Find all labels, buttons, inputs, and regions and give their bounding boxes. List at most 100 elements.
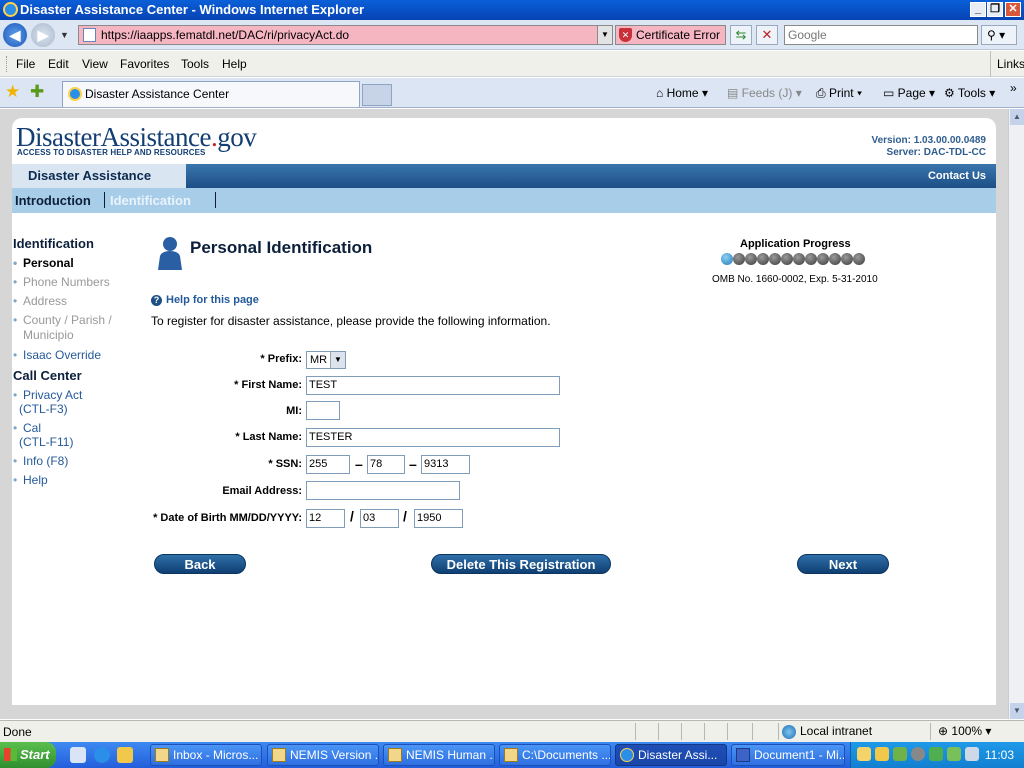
page-button[interactable]: ▭ Page ▾ (883, 85, 935, 101)
taskbar-item-nemis-human[interactable]: NEMIS Human ... (383, 744, 495, 766)
volume-tray-icon[interactable] (965, 747, 979, 761)
outlook-icon (155, 748, 169, 762)
site-tagline: ACCESS TO DISASTER HELP AND RESOURCES (17, 148, 206, 157)
toolbar-grip (6, 56, 8, 72)
mi-field[interactable] (306, 401, 340, 420)
back-button[interactable]: Back (154, 554, 246, 574)
minimize-button[interactable]: _ (970, 2, 986, 17)
sidebar-item-personal[interactable]: Personal (13, 256, 143, 270)
sidebar-item-help[interactable]: Help (13, 473, 143, 487)
clock: 11:03 (984, 748, 1014, 762)
ssn-part2-field[interactable]: 78 (367, 455, 405, 474)
ssn-part1-field[interactable]: 255 (306, 455, 350, 474)
sidebar-item-isaac-override[interactable]: Isaac Override (13, 348, 143, 362)
zoom-label: 100% (951, 724, 983, 738)
address-url: https://iaapps.fematdl.net/DAC/ri/privac… (101, 28, 350, 42)
taskbar-item-inbox[interactable]: Inbox - Micros... (150, 744, 262, 766)
status-cell (752, 723, 776, 740)
address-toolbar: ◀ ▶ ▼ https://iaapps.fematdl.net/DAC/ri/… (0, 20, 1024, 50)
quicklaunch-desktop-icon[interactable] (70, 747, 86, 763)
menu-edit[interactable]: Edit (48, 57, 69, 71)
taskbar-item-document1[interactable]: Document1 - Mi... (731, 744, 845, 766)
feeds-button[interactable]: ▤ Feeds (J) ▾ (727, 85, 802, 101)
ssn-part3-field[interactable]: 9313 (421, 455, 470, 474)
certificate-error-button[interactable]: ✕ Certificate Error (615, 25, 726, 45)
taskbar-item-nemis-version[interactable]: NEMIS Version ... (267, 744, 379, 766)
dob-month-field[interactable]: 12 (306, 509, 345, 528)
print-button[interactable]: ⎙ Print ▾ (816, 85, 862, 101)
nav-introduction[interactable]: Introduction (15, 188, 91, 213)
menu-file[interactable]: File (16, 57, 35, 71)
chevron-more-icon[interactable]: » (1010, 80, 1017, 96)
sidebar-item-info[interactable]: Info (F8) (13, 454, 143, 468)
task-label: C:\Documents ... (522, 748, 611, 762)
taskbar-item-disaster-assistance[interactable]: Disaster Assi... (615, 744, 727, 766)
update-tray-icon[interactable] (947, 747, 961, 761)
sidebar-item-cal-shortcut[interactable]: (CTL-F11) (13, 435, 143, 449)
tab-disaster-assistance[interactable]: Disaster Assistance Center (62, 81, 360, 107)
home-button[interactable]: ⌂ Home ▾ (656, 85, 708, 101)
quicklaunch-outlook-icon[interactable] (117, 747, 133, 763)
globe-icon (782, 725, 796, 739)
task-label: Inbox - Micros... (173, 748, 259, 762)
menu-help[interactable]: Help (222, 57, 247, 71)
close-window-button[interactable]: ✕ (1005, 2, 1021, 17)
progress-step-dot (733, 253, 745, 265)
progress-step-dot (805, 253, 817, 265)
sidebar-item-cal[interactable]: Cal (13, 421, 143, 435)
progress-step-dot (781, 253, 793, 265)
zoom-control[interactable]: ⊕ 100% ▾ (938, 724, 991, 738)
last-name-field[interactable]: TESTER (306, 428, 560, 447)
stop-icon[interactable]: ✕ (756, 25, 778, 45)
sidebar-item-county: County / Parish / Municipio (13, 313, 143, 343)
scroll-up-icon[interactable]: ▲ (1010, 109, 1024, 125)
prefix-select[interactable]: MR ▼ (306, 351, 346, 369)
menu-view[interactable]: View (82, 57, 108, 71)
maximize-button[interactable]: ❐ (987, 2, 1003, 17)
security-zone[interactable]: Local intranet (782, 724, 872, 739)
window-title: Disaster Assistance Center - Windows Int… (20, 2, 364, 17)
new-tab-button[interactable] (362, 84, 392, 106)
task-label: NEMIS Version ... (290, 748, 379, 762)
ie-tab-icon (68, 87, 82, 101)
vertical-scrollbar[interactable]: ▲ ▼ (1008, 109, 1024, 719)
email-field[interactable] (306, 481, 460, 500)
search-go-button[interactable]: ⚲ ▾ (981, 25, 1017, 45)
tools-button[interactable]: ⚙ Tools ▾ (944, 85, 995, 101)
ie-logo-icon (3, 2, 18, 17)
back-nav-button[interactable]: ◀ (3, 23, 27, 47)
links-toolbar[interactable]: Links (990, 51, 1024, 77)
forward-nav-button[interactable]: ▶ (31, 23, 55, 47)
sidebar-item-privacy-act[interactable]: Privacy Act (13, 388, 143, 402)
quicklaunch-ie-icon[interactable] (94, 747, 110, 763)
address-dropdown-icon[interactable]: ▼ (597, 26, 612, 44)
menu-tools[interactable]: Tools (181, 57, 209, 71)
delete-registration-button[interactable]: Delete This Registration (431, 554, 611, 574)
sidebar-item-phone-numbers: Phone Numbers (13, 275, 143, 289)
dob-label: * Date of Birth MM/DD/YYYY: (153, 512, 302, 524)
mail-tray-icon[interactable] (857, 747, 871, 761)
antivirus-tray-icon[interactable] (929, 747, 943, 761)
search-input[interactable]: Google (784, 25, 978, 45)
outlook-tray-icon[interactable] (875, 747, 889, 761)
start-button[interactable]: Start (0, 742, 56, 768)
contact-us-link[interactable]: Contact Us (928, 164, 986, 188)
sidebar-item-privacy-act-shortcut[interactable]: (CTL-F3) (13, 402, 143, 416)
nav-identification[interactable]: Identification (110, 188, 191, 213)
taskbar-item-documents[interactable]: C:\Documents ... (499, 744, 611, 766)
network-tray-icon[interactable] (911, 747, 925, 761)
dob-year-field[interactable]: 1950 (414, 509, 463, 528)
next-button[interactable]: Next (797, 554, 889, 574)
help-link[interactable]: ? Help for this page (151, 294, 259, 306)
address-field[interactable]: https://iaapps.fematdl.net/DAC/ri/privac… (78, 25, 613, 45)
first-name-field[interactable]: TEST (306, 376, 560, 395)
home-icon: ⌂ (656, 86, 667, 100)
menu-favorites[interactable]: Favorites (120, 57, 169, 71)
add-favorite-icon[interactable]: ✚ (30, 83, 44, 101)
dob-day-field[interactable]: 03 (360, 509, 399, 528)
security-tray-icon[interactable] (893, 747, 907, 761)
scroll-down-icon[interactable]: ▼ (1010, 703, 1024, 719)
refresh-icon[interactable]: ⇆ (730, 25, 752, 45)
history-dropdown-icon[interactable]: ▼ (60, 30, 69, 40)
favorites-star-icon[interactable]: ★ (5, 83, 20, 101)
